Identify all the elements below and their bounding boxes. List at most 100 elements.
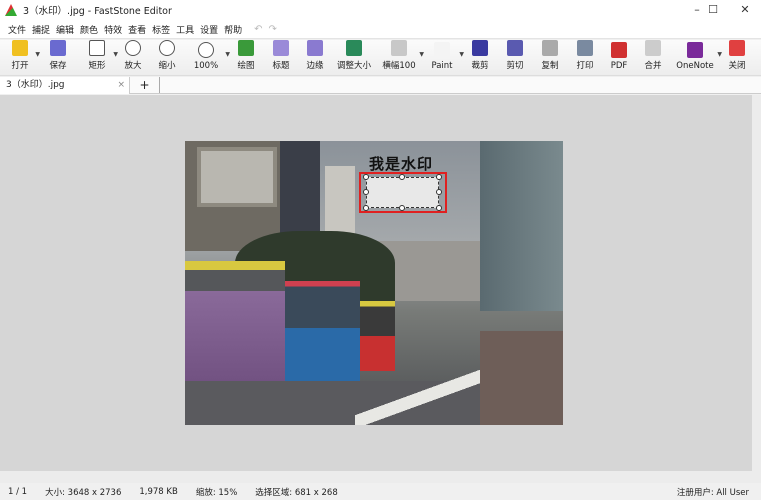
toolbar-button-cut[interactable]: 剪切 [498, 39, 532, 75]
resize-handle[interactable] [399, 205, 405, 211]
toolbar-label: Paint [431, 61, 453, 71]
image-canvas[interactable]: 我是水印 [0, 95, 752, 471]
toolbar-button-paint[interactable]: Paint ▼ [422, 39, 464, 75]
menu-5[interactable]: 查看 [128, 23, 146, 36]
toolbar-label: PDF [610, 61, 628, 71]
toolbar-label: 缩小 [158, 61, 176, 71]
cut-icon [507, 40, 523, 56]
zoom-level: 缩放: 15% [195, 487, 238, 498]
menu-2[interactable]: 编辑 [56, 23, 74, 36]
toolbar-button-crop[interactable]: 裁剪 [462, 39, 498, 75]
toolbar-label: 100% [193, 61, 219, 71]
toolbar-label: OneNote [676, 61, 714, 71]
toolbar-label: 边缘 [306, 61, 324, 71]
toolbar: 打开 ▼ 保存 矩形 ▼ 放大 缩小 100% ▼ 绘图 标题 边缘 调整大小 横幅100 ▼ Paint ▼ 裁… [0, 40, 761, 76]
maximize-button[interactable]: ☐ [697, 0, 729, 20]
menu-8[interactable]: 设置 [200, 23, 218, 36]
draw-icon [238, 40, 254, 56]
resize-handle[interactable] [363, 205, 369, 211]
toolbar-button-save[interactable]: 保存 [38, 39, 78, 75]
toolbar-button-power[interactable]: 关闭 [720, 39, 754, 75]
status-bar: 1 / 1 大小: 3648 x 2736 1,978 KB 缩放: 15% 选… [0, 483, 761, 500]
zoom-out-icon [159, 40, 175, 56]
menu-9[interactable]: 帮助 [224, 23, 242, 36]
rect-select-icon [89, 40, 105, 56]
toolbar-label: 复制 [541, 61, 559, 71]
resize-icon [346, 40, 362, 56]
vertical-scrollbar[interactable] [752, 95, 761, 471]
title-bar: 3（水印）.jpg - FastStone Editor – ☐ ✕ [0, 0, 761, 20]
toolbar-button-folder-open[interactable]: 打开 ▼ [2, 39, 40, 75]
toolbar-button-caption[interactable]: 标题 [264, 39, 298, 75]
pdf-icon [611, 42, 627, 58]
caption-icon [273, 40, 289, 56]
menu-7[interactable]: 工具 [176, 23, 194, 36]
folder-open-icon [12, 40, 28, 56]
toolbar-button-banner[interactable]: 横幅100 ▼ [376, 39, 424, 75]
toolbar-button-zoom-out[interactable]: 缩小 [150, 39, 184, 75]
menu-bar: 文件 捕捉 编辑 颜色 特效 查看 标签 工具 设置 帮助 ↶ ↷ [0, 20, 761, 39]
edge-icon [307, 40, 323, 56]
window-title: 3（水印）.jpg - FastStone Editor [23, 6, 172, 17]
redo-icon[interactable]: ↷ [269, 24, 277, 35]
toolbar-label: 放大 [124, 61, 142, 71]
toolbar-button-edge[interactable]: 边缘 [298, 39, 332, 75]
toolbar-label: 打开 [11, 61, 29, 71]
toolbar-button-print[interactable]: 打印 [568, 39, 602, 75]
app-icon [5, 4, 17, 16]
registered-user: 注册用户: All User [676, 487, 749, 498]
image-size: 大小: 3648 x 2736 [45, 487, 122, 498]
undo-icon[interactable]: ↶ [254, 24, 262, 35]
horizontal-scrollbar[interactable] [0, 471, 761, 483]
toolbar-button-onenote[interactable]: OneNote ▼ [670, 39, 722, 75]
new-tab-button[interactable]: + [130, 77, 160, 93]
resize-handle[interactable] [363, 174, 369, 180]
toolbar-label: 绘图 [237, 61, 255, 71]
resize-handle[interactable] [436, 205, 442, 211]
toolbar-label: 合并 [644, 61, 662, 71]
toolbar-button-copy[interactable]: 复制 [532, 39, 568, 75]
menu-4[interactable]: 特效 [104, 23, 122, 36]
copy-icon [542, 40, 558, 56]
paint-icon [434, 42, 450, 58]
file-size: 1,978 KB [139, 486, 178, 497]
zoom-100-icon [198, 42, 214, 58]
toolbar-button-pdf[interactable]: PDF [602, 39, 636, 75]
photo: 我是水印 [185, 141, 563, 425]
tab-close-icon[interactable]: × [117, 77, 125, 94]
close-button[interactable]: ✕ [729, 0, 761, 20]
resize-handle[interactable] [399, 174, 405, 180]
toolbar-label: 裁剪 [471, 61, 489, 71]
toolbar-button-resize[interactable]: 调整大小 [332, 39, 376, 75]
toolbar-button-rect-select[interactable]: 矩形 ▼ [78, 39, 118, 75]
save-icon [50, 40, 66, 56]
toolbar-label: 调整大小 [336, 61, 371, 71]
selection-rectangle[interactable] [366, 177, 439, 208]
resize-handle[interactable] [363, 189, 369, 195]
banner-icon [391, 40, 407, 56]
merge-icon [645, 40, 661, 56]
resize-handle[interactable] [436, 174, 442, 180]
toolbar-button-merge[interactable]: 合并 [636, 39, 670, 75]
menu-1[interactable]: 捕捉 [32, 23, 50, 36]
power-icon [729, 40, 745, 56]
menu-3[interactable]: 颜色 [80, 23, 98, 36]
tab-label: 3（水印）.jpg [6, 80, 65, 90]
menu-6[interactable]: 标签 [152, 23, 170, 36]
toolbar-label: 关闭 [728, 61, 746, 71]
watermark-text: 我是水印 [369, 155, 434, 173]
toolbar-button-draw[interactable]: 绘图 [228, 39, 264, 75]
onenote-icon [687, 42, 703, 58]
tab-document[interactable]: 3（水印）.jpg × [0, 77, 130, 94]
toolbar-label: 横幅100 [382, 61, 416, 71]
toolbar-label: 剪切 [506, 61, 524, 71]
toolbar-button-zoom-in[interactable]: 放大 [116, 39, 150, 75]
zoom-in-icon [125, 40, 141, 56]
page-indicator: 1 / 1 [8, 486, 28, 497]
toolbar-label: 打印 [576, 61, 594, 71]
toolbar-button-zoom-100[interactable]: 100% ▼ [184, 39, 230, 75]
tab-bar: 3（水印）.jpg × + [0, 77, 761, 94]
resize-handle[interactable] [436, 189, 442, 195]
toolbar-label: 标题 [272, 61, 290, 71]
menu-0[interactable]: 文件 [8, 23, 26, 36]
